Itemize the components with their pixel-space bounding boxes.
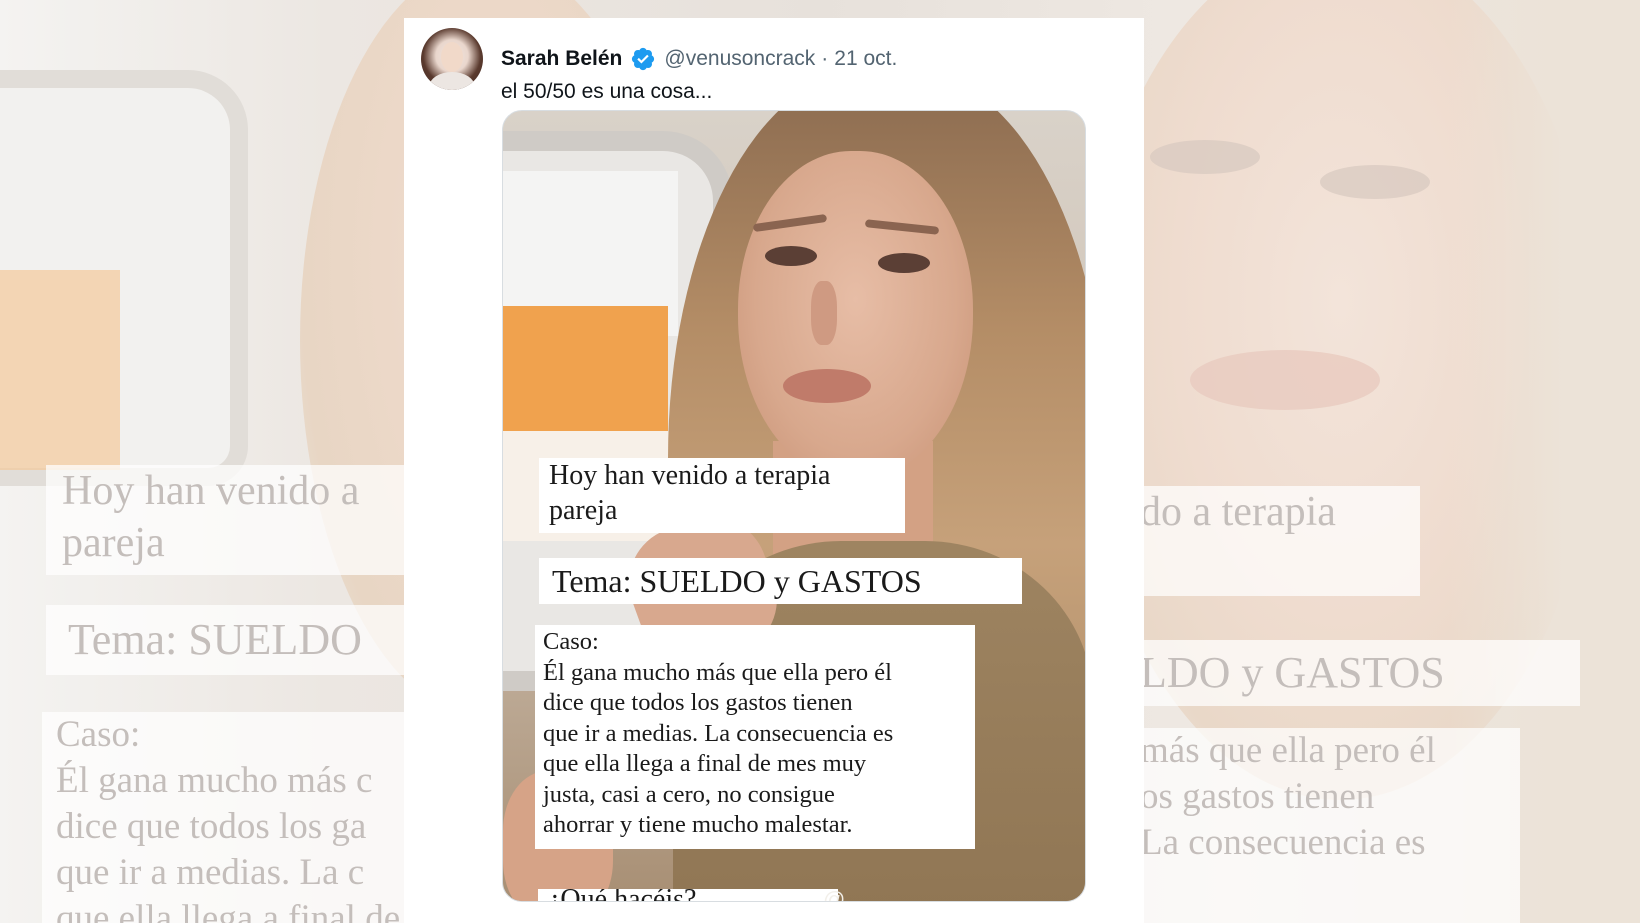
caption-topic: Tema: SUELDO y GASTOS [539,558,1022,604]
media-eye-left [765,246,817,266]
header-separator: · [821,47,829,70]
media-face [738,151,973,481]
author-handle[interactable]: @venusoncrack [664,47,815,71]
bg-orange-wall [0,270,120,470]
avatar-face [441,42,463,72]
bg-caption-topic-right: LDO y GASTOS [1100,640,1580,706]
media-lips [783,369,871,403]
verified-badge-icon [630,46,656,72]
bg-eye-right [1320,165,1430,199]
tweet-text: el 50/50 es una cosa... [501,80,713,103]
media-orange-wall [503,306,668,446]
caption-intro: Hoy han venido a terapia pareja [539,458,905,533]
media-eye-right [878,253,930,273]
avatar[interactable] [421,28,483,90]
author-name[interactable]: Sarah Belén [501,47,622,71]
tweet-header: Sarah Belén @venusoncrack · 21 oct. [501,42,897,76]
bg-caption-case-right: más que ella pero él os gastos tienen La… [1100,728,1520,923]
bg-lips [1190,350,1380,410]
avatar-shoulders [429,72,475,90]
caption-question-cut: ¿Qué hacéis? [538,889,838,901]
tweet-card[interactable]: Sarah Belén @venusoncrack · 21 oct. el 5… [404,18,1144,923]
bg-caption-intro-right: do a terapia [1100,486,1420,596]
media-watermark: @... [823,887,864,902]
caption-case: Caso: Él gana mucho más que ella pero él… [535,625,975,849]
bg-eye-left [1150,140,1260,174]
tweet-media-image[interactable]: Hoy han venido a terapia pareja Tema: SU… [502,110,1086,902]
tweet-date[interactable]: 21 oct. [834,47,897,71]
media-nose [811,281,837,345]
